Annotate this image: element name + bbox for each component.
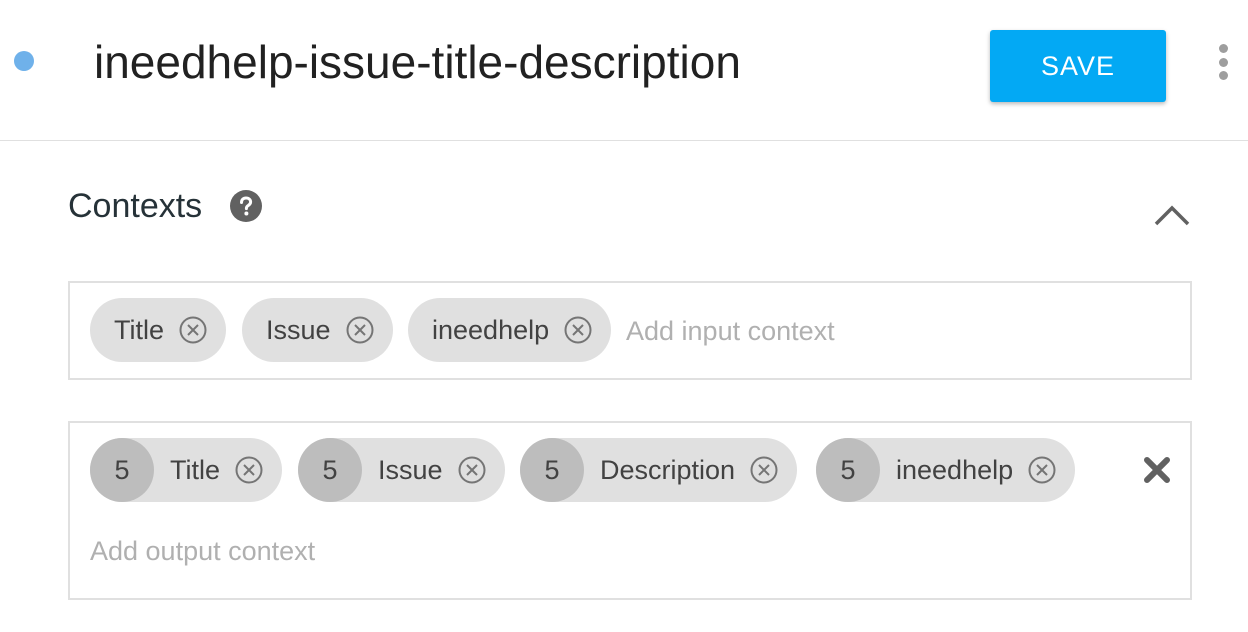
close-icon[interactable]	[1142, 455, 1172, 485]
lifespan-badge[interactable]: 5	[90, 438, 154, 502]
close-circle-icon[interactable]	[234, 455, 264, 485]
close-circle-icon[interactable]	[1027, 455, 1057, 485]
close-circle-icon[interactable]	[563, 315, 593, 345]
chip-label: Description	[600, 454, 736, 485]
chip-label: Title	[114, 314, 165, 345]
close-circle-icon[interactable]	[345, 315, 375, 345]
input-context-placeholder[interactable]: Add input context	[626, 316, 835, 347]
output-context-chip: 5 Description	[520, 438, 798, 502]
contexts-section-title: Contexts	[68, 187, 203, 225]
intent-header: ineedhelp-issue-title-description SAVE	[0, 0, 1248, 141]
output-context-placeholder[interactable]: Add output context	[90, 536, 315, 567]
close-circle-icon[interactable]	[178, 315, 208, 345]
output-context-chip: 5 ineedhelp	[816, 438, 1076, 502]
input-context-chip: Issue	[242, 298, 393, 362]
lifespan-badge[interactable]: 5	[816, 438, 880, 502]
status-dot-icon	[14, 51, 34, 71]
chip-label: ineedhelp	[896, 454, 1014, 485]
help-circle-icon[interactable]	[230, 190, 262, 222]
output-context-chip: 5 Issue	[298, 438, 505, 502]
input-context-chip: ineedhelp	[408, 298, 612, 362]
chip-label: ineedhelp	[432, 314, 550, 345]
chip-label: Issue	[266, 314, 331, 345]
input-contexts-field[interactable]: Title Issue ineedhelp Add input context	[68, 281, 1192, 380]
more-vert-icon[interactable]	[1208, 42, 1238, 82]
close-circle-icon[interactable]	[749, 455, 779, 485]
close-circle-icon[interactable]	[457, 455, 487, 485]
output-context-chip: 5 Title	[90, 438, 283, 502]
input-context-chip: Title	[90, 298, 227, 362]
intent-name[interactable]: ineedhelp-issue-title-description	[94, 32, 741, 92]
chip-label: Title	[170, 454, 221, 485]
output-contexts-field[interactable]: 5 Title 5 Issue 5 Description 5 ineedhel…	[68, 421, 1192, 600]
chip-label: Issue	[378, 454, 443, 485]
chevron-up-icon[interactable]	[1152, 200, 1192, 230]
save-button[interactable]: SAVE	[990, 30, 1166, 102]
lifespan-badge[interactable]: 5	[298, 438, 362, 502]
lifespan-badge[interactable]: 5	[520, 438, 584, 502]
